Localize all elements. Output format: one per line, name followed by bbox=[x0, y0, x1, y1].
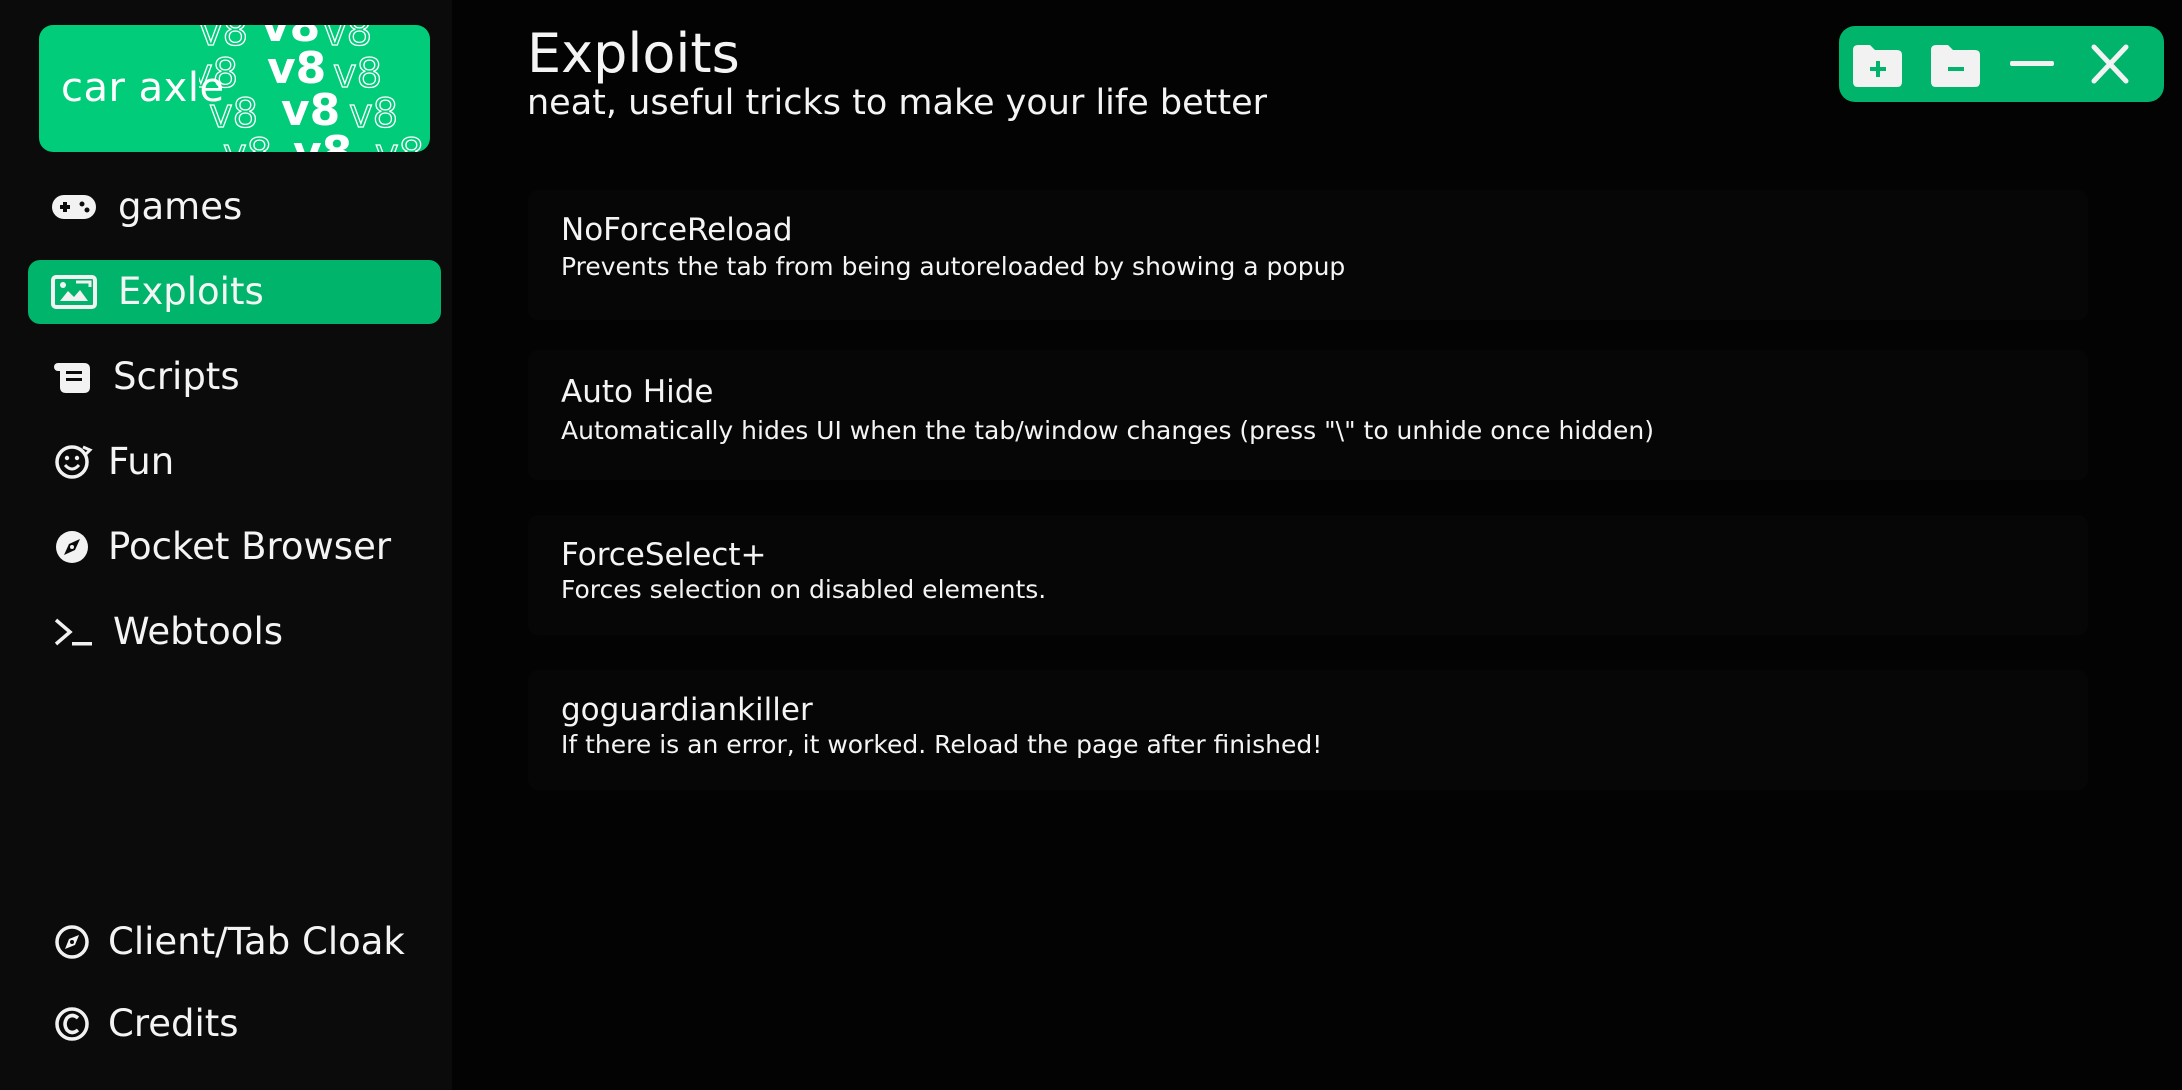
window-controls bbox=[1839, 26, 2164, 102]
exploit-card-goguardiankiller[interactable]: goguardiankiller If there is an error, i… bbox=[528, 670, 2088, 790]
svg-text:v8: v8 bbox=[375, 131, 424, 152]
compass-outline-icon bbox=[55, 925, 89, 959]
sidebar-item-fun[interactable]: Fun bbox=[28, 430, 441, 494]
close-icon bbox=[2091, 44, 2129, 84]
exploit-description: If there is an error, it worked. Reload … bbox=[561, 730, 1323, 759]
terminal-icon bbox=[54, 618, 92, 646]
sidebar-item-label: Credits bbox=[108, 1002, 239, 1045]
exploit-title: Auto Hide bbox=[561, 374, 714, 410]
page-title: Exploits bbox=[527, 22, 740, 85]
remove-folder-button[interactable] bbox=[1927, 40, 1983, 90]
sidebar-item-games[interactable]: games bbox=[28, 175, 441, 239]
sidebar-item-label: Pocket Browser bbox=[108, 525, 392, 568]
scroll-icon bbox=[54, 363, 90, 393]
sidebar-item-label: games bbox=[118, 185, 243, 228]
add-folder-icon bbox=[1853, 45, 1902, 87]
svg-text:v8: v8 bbox=[223, 131, 272, 152]
smiley-icon bbox=[55, 445, 93, 479]
exploit-card-auto-hide[interactable]: Auto Hide Automatically hides UI when th… bbox=[528, 350, 2088, 480]
page-subtitle: neat, useful tricks to make your life be… bbox=[527, 83, 1268, 123]
exploit-title: ForceSelect+ bbox=[561, 537, 767, 573]
logo-pattern: v8 v8 v8 v8 v8 v8 v8 v8 v8 v8 v8 v8 bbox=[199, 25, 425, 152]
exploit-title: NoForceReload bbox=[561, 212, 793, 248]
compass-icon bbox=[56, 531, 88, 563]
gamepad-icon bbox=[52, 195, 96, 219]
sidebar-item-label: Webtools bbox=[113, 610, 284, 653]
exploit-description: Prevents the tab from being autoreloaded… bbox=[561, 252, 1346, 281]
app-logo[interactable]: v8 v8 v8 v8 v8 v8 v8 v8 v8 v8 v8 v8 car … bbox=[39, 25, 430, 152]
app-window: v8 v8 v8 v8 v8 v8 v8 v8 v8 v8 v8 v8 car … bbox=[0, 0, 2182, 1090]
sidebar-item-label: Client/Tab Cloak bbox=[108, 920, 405, 963]
sidebar-item-label: Scripts bbox=[113, 355, 240, 398]
sidebar: v8 v8 v8 v8 v8 v8 v8 v8 v8 v8 v8 v8 car … bbox=[0, 0, 452, 1090]
minimize-button[interactable] bbox=[2004, 40, 2060, 90]
exploit-description: Forces selection on disabled elements. bbox=[561, 575, 1047, 604]
svg-text:v8: v8 bbox=[293, 127, 352, 152]
add-folder-button[interactable] bbox=[1849, 40, 1905, 90]
exploit-title: goguardiankiller bbox=[561, 692, 813, 728]
copyright-icon bbox=[55, 1007, 89, 1041]
close-button[interactable] bbox=[2082, 40, 2138, 90]
sidebar-item-client-tab-cloak[interactable]: Client/Tab Cloak bbox=[28, 910, 441, 974]
exploit-card-forceselect[interactable]: ForceSelect+ Forces selection on disable… bbox=[528, 515, 2088, 635]
sidebar-item-scripts[interactable]: Scripts bbox=[28, 345, 441, 409]
image-exploit-icon bbox=[51, 275, 97, 309]
minimize-icon bbox=[2010, 61, 2054, 66]
sidebar-item-pocket-browser[interactable]: Pocket Browser bbox=[28, 515, 441, 579]
sidebar-item-exploits[interactable]: Exploits bbox=[28, 260, 441, 324]
exploit-description: Automatically hides UI when the tab/wind… bbox=[561, 416, 1654, 445]
exploit-card-noforcereload[interactable]: NoForceReload Prevents the tab from bein… bbox=[528, 190, 2088, 320]
sidebar-item-label: Exploits bbox=[118, 270, 264, 313]
sidebar-item-credits[interactable]: Credits bbox=[28, 992, 441, 1056]
sidebar-item-label: Fun bbox=[108, 440, 175, 483]
sidebar-item-webtools[interactable]: Webtools bbox=[28, 600, 441, 664]
remove-folder-icon bbox=[1931, 45, 1980, 87]
logo-text: car axle bbox=[61, 65, 225, 111]
